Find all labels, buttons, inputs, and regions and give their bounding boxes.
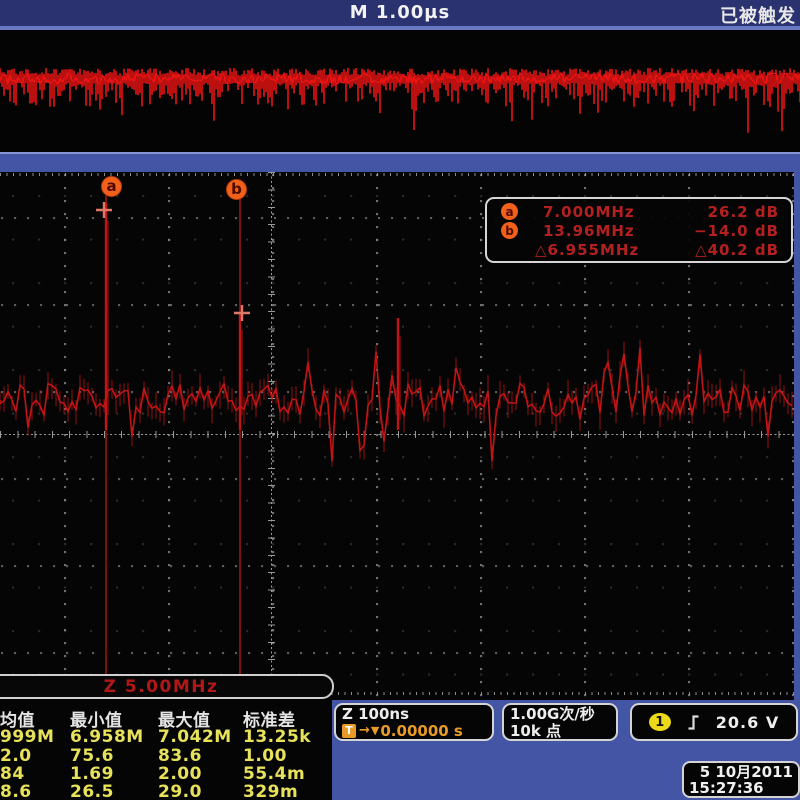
cell-max-2: 83.6 — [158, 746, 202, 766]
fft-spectrum-window: a b a 7.000MHz 26.2 dB b 13.96MHz −14.0 … — [0, 172, 794, 700]
oscilloscope-screen: M 1.00µs 已被触发 a b a 7.000MHz 26.2 dB — [0, 0, 800, 800]
window-separator — [0, 152, 800, 172]
marker-b-letter: b — [231, 182, 242, 197]
marker-cross-icon — [96, 202, 112, 218]
marker-cross-icon — [234, 305, 250, 321]
marker-b-badge: b — [226, 179, 247, 200]
cell-std-1: 13.25k — [243, 727, 311, 747]
readout-row-delta: △6.955MHz △40.2 dB — [493, 240, 785, 259]
trigger-t-icon: T — [342, 724, 356, 738]
acquisition-box[interactable]: 1.00G次/秒 10k 点 — [502, 703, 618, 741]
delta-frequency: △6.955MHz — [525, 241, 661, 259]
channel-1-badge: 1 — [649, 713, 671, 731]
datetime-box: 5 10月2011 15:27:36 — [682, 761, 800, 798]
table-row: 8.6 26.5 29.0 329m — [0, 782, 332, 800]
date-readout: 5 10月2011 — [689, 764, 793, 780]
cell-min-1: 6.958M — [70, 727, 144, 747]
fft-scale-readout: Z 5.00MHz — [104, 677, 219, 697]
trigger-position-value: 0.00000 s — [380, 723, 462, 739]
table-row: 999M 6.958M 7.042M 13.25k — [0, 727, 332, 746]
cell-max-4: 29.0 — [158, 782, 202, 800]
main-timebase-readout: M 1.00µs — [0, 2, 800, 23]
marker-b-frequency: 13.96MHz — [525, 222, 661, 240]
marker-a-frequency: 7.000MHz — [525, 203, 661, 221]
cell-std-3: 55.4m — [243, 764, 305, 784]
cell-min-3: 1.69 — [70, 764, 114, 784]
right-border-strip — [794, 172, 800, 700]
cell-mean-4: 8.6 — [0, 782, 32, 800]
cell-min-4: 26.5 — [70, 782, 114, 800]
time-readout: 15:27:36 — [689, 780, 793, 796]
marker-a-letter: a — [106, 179, 116, 194]
rising-edge-icon — [687, 715, 700, 730]
cell-mean-3: 84 — [0, 764, 25, 784]
table-row: 2.0 75.6 83.6 1.00 — [0, 746, 332, 765]
cursor-readout-box[interactable]: a 7.000MHz 26.2 dB b 13.96MHz −14.0 dB △… — [485, 197, 793, 263]
record-length-readout: 10k 点 — [510, 723, 610, 740]
time-domain-waveform — [0, 30, 800, 152]
marker-a-icon: a — [501, 203, 518, 220]
arrow-right-icon: → — [359, 723, 370, 739]
readout-row-b: b 13.96MHz −14.0 dB — [493, 221, 785, 240]
triangle-down-icon: ▼ — [371, 723, 379, 739]
measurement-header-row: 均值 最小值 最大值 标准差 — [0, 706, 332, 725]
top-status-bar: M 1.00µs 已被触发 — [0, 0, 800, 30]
sample-rate-readout: 1.00G次/秒 — [510, 706, 610, 723]
bottom-menu-area: 均值 最小值 最大值 标准差 999M 6.958M 7.042M 13.25k… — [0, 700, 800, 800]
fft-scale-box[interactable]: Z 5.00MHz — [0, 674, 334, 699]
trigger-status-text: 已被触发 — [720, 2, 796, 28]
cell-mean-1: 999M — [0, 727, 54, 747]
marker-a-level: 26.2 dB — [661, 203, 785, 221]
table-row: 84 1.69 2.00 55.4m — [0, 764, 332, 783]
readout-row-a: a 7.000MHz 26.2 dB — [493, 202, 785, 221]
zoom-timebase-readout: Z 100ns — [342, 706, 486, 723]
cell-std-4: 329m — [243, 782, 298, 800]
trigger-level-readout: 20.6 V — [716, 713, 779, 732]
trigger-box[interactable]: 1 20.6 V — [630, 703, 798, 741]
trigger-position-readout: T → ▼ 0.00000 s — [342, 723, 486, 739]
marker-b-level: −14.0 dB — [661, 222, 785, 240]
marker-a-badge: a — [101, 176, 122, 197]
delta-level: △40.2 dB — [661, 241, 785, 259]
cell-std-2: 1.00 — [243, 746, 287, 766]
cell-mean-2: 2.0 — [0, 746, 32, 766]
cell-min-2: 75.6 — [70, 746, 114, 766]
measurement-table: 均值 最小值 最大值 标准差 999M 6.958M 7.042M 13.25k… — [0, 700, 332, 800]
marker-b-icon: b — [501, 222, 518, 239]
horizontal-zoom-box[interactable]: Z 100ns T → ▼ 0.00000 s — [334, 703, 494, 741]
cell-max-3: 2.00 — [158, 764, 202, 784]
cell-max-1: 7.042M — [158, 727, 232, 747]
